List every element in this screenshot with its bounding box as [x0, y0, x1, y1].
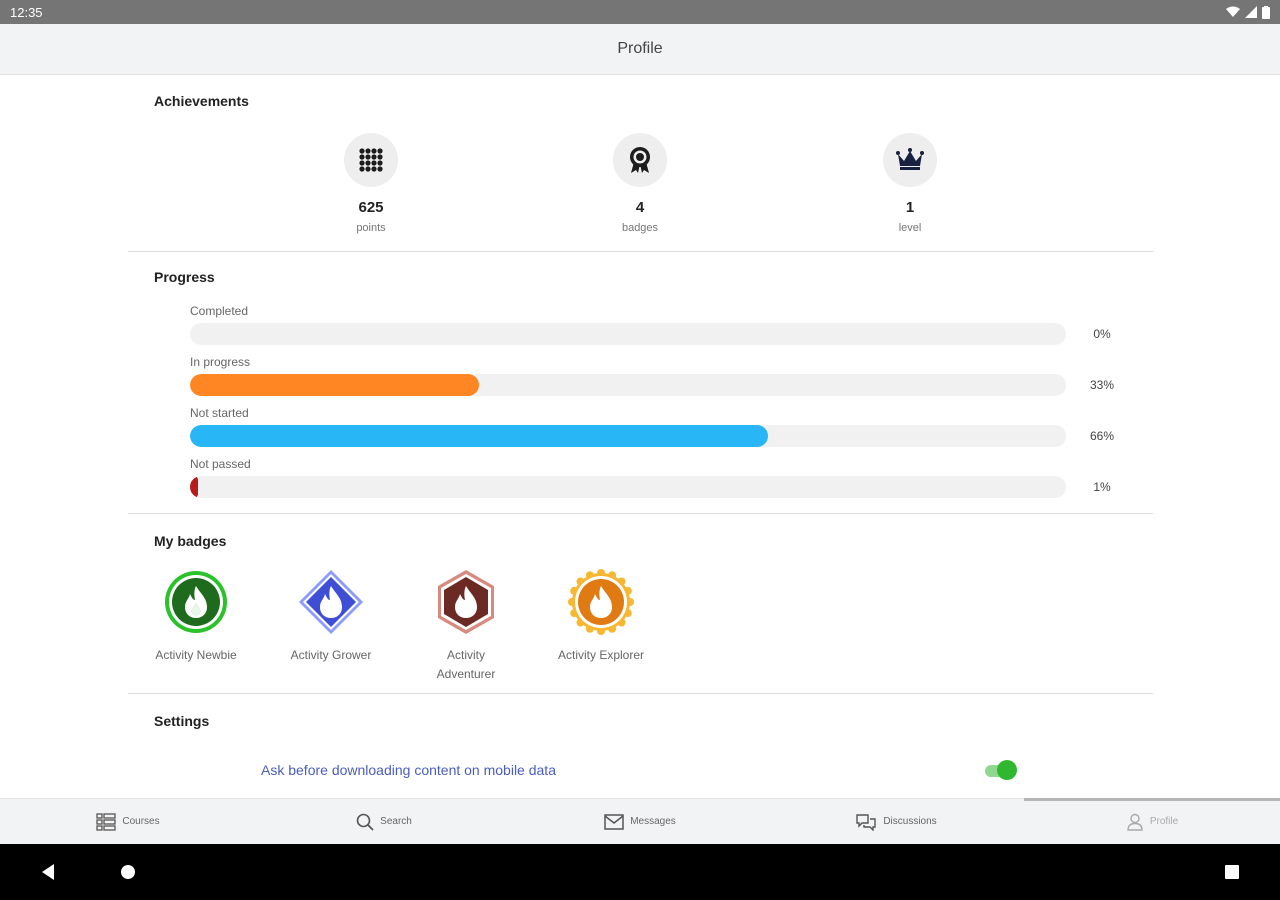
progress-percent-not-passed: 1% — [1093, 480, 1111, 494]
badge-label: Activity Adventurer — [436, 648, 496, 681]
achievement-points: 625 points — [301, 133, 441, 234]
progress-fill — [190, 374, 480, 396]
bottom-navigation: Courses Search Messages Discussions Prof… — [0, 798, 1280, 844]
nav-discussions[interactable]: Discussions — [768, 799, 1024, 844]
progress-bar-in-progress — [190, 374, 1066, 396]
divider — [128, 513, 1153, 514]
badge-activity-grower[interactable]: Activity Grower — [271, 569, 391, 665]
nav-label: Courses — [122, 816, 160, 827]
wifi-icon — [1226, 6, 1240, 17]
search-icon — [356, 813, 374, 831]
nav-label: Search — [380, 816, 412, 827]
system-navigation-bar — [0, 844, 1280, 900]
badge-label: Activity Grower — [290, 648, 372, 662]
nav-courses[interactable]: Courses — [0, 799, 256, 844]
envelope-icon — [604, 813, 624, 830]
points-label: points — [356, 222, 386, 234]
progress-label-completed: Completed — [190, 304, 249, 318]
badges-label: badges — [621, 222, 659, 234]
nav-label: Discussions — [883, 816, 937, 827]
flame-circle-badge-icon — [165, 571, 227, 633]
signal-icon — [1245, 6, 1257, 18]
courses-grid-icon — [96, 812, 117, 831]
back-icon[interactable] — [40, 863, 56, 881]
crown-icon — [883, 133, 937, 187]
progress-bar-not-started — [190, 425, 1066, 447]
page-title: Profile — [617, 40, 663, 57]
badge-label: Activity Newbie — [155, 648, 237, 662]
progress-bar-not-passed — [190, 476, 1066, 498]
flame-hexagon-badge-icon — [438, 570, 494, 634]
level-label: level — [898, 222, 922, 234]
app-bar: Profile — [0, 24, 1280, 75]
badges-title: My badges — [154, 533, 227, 549]
nav-profile[interactable]: Profile — [1024, 798, 1280, 844]
home-icon[interactable] — [120, 864, 136, 880]
progress-percent-completed: 0% — [1093, 327, 1111, 341]
download-prompt-toggle[interactable] — [983, 760, 1017, 780]
progress-bar-completed — [190, 323, 1066, 345]
nav-label: Messages — [630, 816, 676, 827]
points-value: 625 — [358, 199, 384, 216]
profile-content[interactable]: Achievements 625 points 4 badges 1 level… — [0, 75, 1280, 798]
medal-icon — [613, 133, 667, 187]
achievements-title: Achievements — [154, 93, 249, 109]
status-bar: 12:35 — [0, 0, 1280, 24]
achievement-level: 1 level — [840, 133, 980, 234]
badges-value: 4 — [635, 199, 645, 216]
divider — [128, 693, 1153, 694]
status-time: 12:35 — [10, 4, 43, 20]
badge-activity-explorer[interactable]: Activity Explorer — [541, 569, 661, 665]
progress-label-in-progress: In progress — [190, 355, 251, 369]
badge-activity-adventurer[interactable]: Activity Adventurer — [406, 569, 526, 684]
grid-dots-icon — [344, 133, 398, 187]
progress-percent-not-started: 66% — [1089, 429, 1115, 443]
download-prompt-setting-label[interactable]: Ask before downloading content on mobile… — [261, 762, 556, 778]
settings-title: Settings — [154, 713, 210, 729]
progress-label-not-passed: Not passed — [190, 457, 251, 471]
progress-label-not-started: Not started — [190, 406, 249, 420]
flame-diamond-badge-icon — [299, 570, 363, 634]
toggle-thumb — [997, 760, 1017, 780]
badge-label: Activity Explorer — [557, 648, 645, 662]
progress-percent-in-progress: 33% — [1089, 378, 1115, 392]
level-value: 1 — [905, 199, 915, 216]
achievement-badges: 4 badges — [570, 133, 710, 234]
divider — [128, 251, 1153, 252]
recents-icon[interactable] — [1224, 864, 1240, 880]
progress-fill — [190, 425, 769, 447]
flame-star-badge-icon — [568, 569, 634, 635]
person-icon — [1127, 813, 1143, 831]
chat-bubbles-icon — [856, 813, 877, 831]
status-icons — [1226, 5, 1270, 19]
nav-label: Profile — [1149, 816, 1179, 827]
battery-icon — [1262, 5, 1270, 19]
badge-activity-newbie[interactable]: Activity Newbie — [136, 569, 256, 665]
nav-messages[interactable]: Messages — [512, 799, 768, 844]
progress-title: Progress — [154, 269, 215, 285]
progress-fill — [190, 476, 198, 498]
nav-search[interactable]: Search — [256, 799, 512, 844]
